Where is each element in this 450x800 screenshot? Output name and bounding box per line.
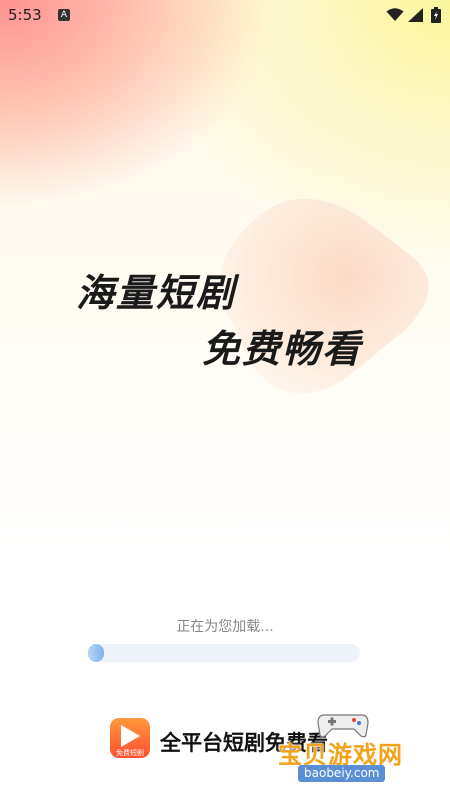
signal-icon [408,8,423,22]
status-time: 5:53 [8,6,42,24]
battery-icon [431,7,441,23]
headline-line1: 海量短剧 [76,271,237,315]
loading-progress-bar [88,644,360,662]
app-logo-text: 免费短剧 [116,749,144,757]
watermark: 宝贝游戏网 baobeiy.com [268,705,418,785]
loading-text: 正在为您加载... [176,619,274,635]
status-bar: 5:53 A [0,0,450,32]
watermark-url: baobeiy.com [298,765,386,782]
splash-background [0,0,450,800]
wifi-icon [386,8,404,21]
loading-progress-fill [88,644,104,662]
a-icon: A [58,9,70,21]
play-icon [121,725,140,747]
app-logo: 免费短剧 [110,718,150,758]
headline-line2: 免费畅看 [202,327,363,371]
